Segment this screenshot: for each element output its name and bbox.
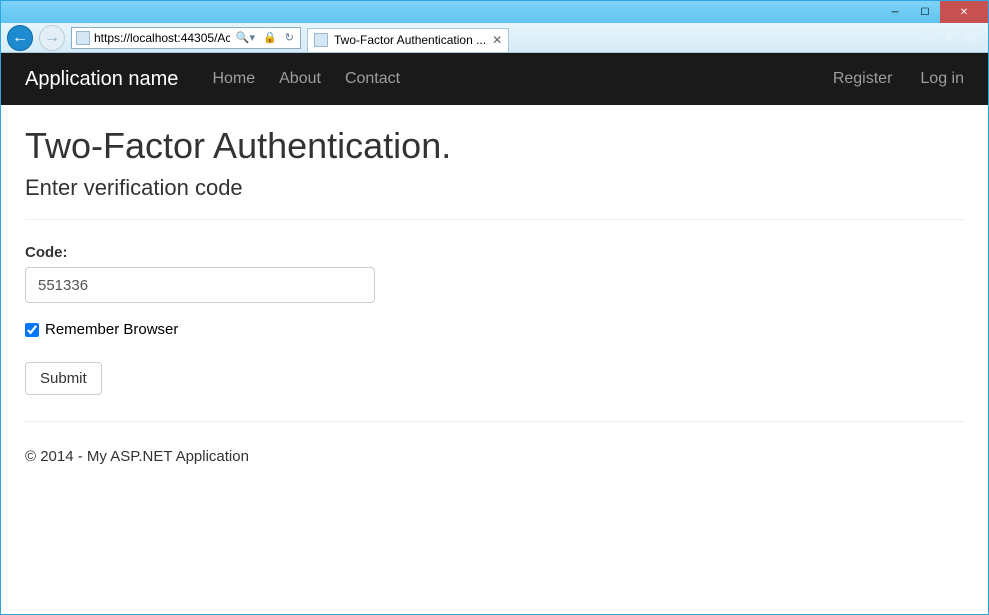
window-titlebar: ─ ☐ ✕ (1, 1, 988, 23)
site-navbar: Application name Home About Contact Regi… (1, 53, 988, 105)
maximize-button[interactable]: ☐ (910, 1, 940, 23)
code-label: Code: (25, 244, 964, 261)
browser-window: ─ ☐ ✕ ← → https://localhost:44305/Ac 🔍▾ … (0, 0, 989, 615)
home-icon[interactable]: ⌂ (926, 29, 934, 46)
tab-close-icon[interactable]: ✕ (492, 33, 502, 47)
browser-tab[interactable]: Two-Factor Authentication ... ✕ (307, 28, 509, 52)
tab-page-icon (314, 33, 328, 47)
submit-button[interactable]: Submit (25, 362, 102, 395)
page-title: Two-Factor Authentication. (25, 125, 964, 167)
lock-icon: 🔒 (261, 31, 279, 44)
nav-register[interactable]: Register (833, 70, 893, 88)
code-input[interactable] (25, 267, 375, 303)
back-button[interactable]: ← (7, 25, 33, 51)
arrow-right-icon: → (44, 29, 60, 47)
arrow-left-icon: ← (12, 29, 28, 47)
close-window-button[interactable]: ✕ (940, 1, 988, 23)
main-content: Two-Factor Authentication. Enter verific… (1, 105, 988, 485)
toolbar-right-icons: ⌂ ★ ⚙ (926, 29, 982, 46)
url-text: https://localhost:44305/Ac (94, 31, 230, 45)
favorites-icon[interactable]: ★ (943, 29, 956, 46)
browser-toolbar: ← → https://localhost:44305/Ac 🔍▾ 🔒 ↻ Tw… (1, 23, 988, 53)
footer-divider (25, 421, 964, 422)
forward-button[interactable]: → (39, 25, 65, 51)
brand-link[interactable]: Application name (25, 68, 178, 91)
settings-icon[interactable]: ⚙ (963, 29, 976, 46)
footer-text: © 2014 - My ASP.NET Application (25, 448, 964, 465)
divider (25, 219, 964, 220)
search-dropdown-icon[interactable]: 🔍▾ (234, 31, 257, 44)
minimize-button[interactable]: ─ (880, 1, 910, 23)
nav-home[interactable]: Home (212, 70, 255, 88)
nav-about[interactable]: About (279, 70, 321, 88)
nav-contact[interactable]: Contact (345, 70, 400, 88)
nav-login[interactable]: Log in (920, 70, 964, 88)
refresh-icon[interactable]: ↻ (283, 31, 296, 44)
tab-title: Two-Factor Authentication ... (334, 33, 486, 47)
remember-row: Remember Browser (25, 321, 964, 338)
remember-label: Remember Browser (45, 321, 178, 338)
code-field-group: Code: (25, 244, 964, 303)
address-bar[interactable]: https://localhost:44305/Ac 🔍▾ 🔒 ↻ (71, 27, 301, 49)
remember-checkbox[interactable] (25, 323, 39, 337)
page-subtitle: Enter verification code (25, 175, 964, 201)
page-viewport: Application name Home About Contact Regi… (1, 53, 988, 614)
page-icon (76, 31, 90, 45)
